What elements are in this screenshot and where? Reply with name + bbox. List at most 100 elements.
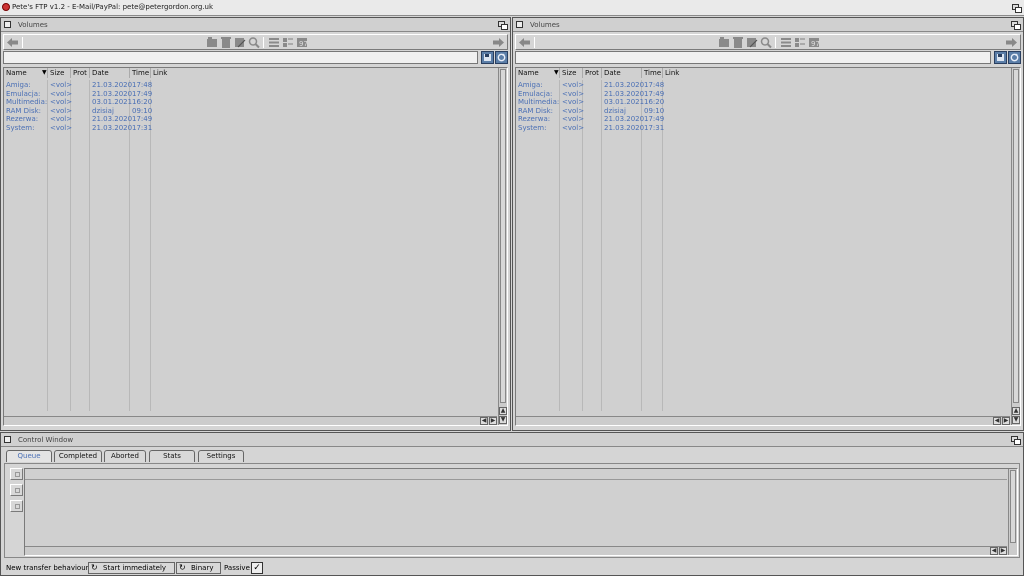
control-window-title-bar[interactable]: Control Window [1,433,1023,447]
makedir-icon[interactable] [205,36,219,49]
depth-icon[interactable] [1011,436,1021,445]
rename-icon[interactable] [233,36,247,49]
scroll-down-icon[interactable]: ▼ [1012,416,1020,424]
delete-icon[interactable] [731,36,745,49]
row-time: 17:49 [132,89,153,98]
close-icon[interactable] [4,21,11,28]
delete-icon[interactable] [219,36,233,49]
forward-arrow-icon[interactable] [491,36,505,49]
back-arrow-icon[interactable] [6,36,20,49]
forward-arrow-icon[interactable] [1004,36,1018,49]
horizontal-scrollbar[interactable]: ◀ ▶ [4,416,497,425]
search-icon[interactable] [247,36,261,49]
screen-depth-icon[interactable] [1012,4,1022,13]
row-date: 21.03.2020 [92,115,133,123]
column-header-prot[interactable]: Prot [71,68,90,78]
row-date: 21.03.2020 [604,81,645,89]
row-name: Emulacja: [6,89,41,98]
column-header-link[interactable]: Link [663,68,685,78]
back-arrow-icon[interactable] [518,36,532,49]
row-name: Amiga: [6,81,31,89]
right-file-list[interactable]: Name ▼ Size Prot Date Time Link Amiga: <… [515,67,1021,426]
close-icon[interactable] [4,436,11,443]
transfer-mode-cycle[interactable]: Binary [176,562,221,574]
detail-view-icon[interactable] [793,36,807,49]
queue-list[interactable]: ◀ ▶ [24,468,1018,556]
left-file-pane: Volumes 97 Name ▼ Size Prot Date Time Li… [0,17,511,431]
disk-icon[interactable] [994,51,1007,64]
column-header-date[interactable]: Date [602,68,642,78]
row-name: Amiga: [518,81,543,89]
refresh-icon[interactable] [495,51,508,64]
horizontal-scrollbar[interactable]: ◀ ▶ [25,546,1007,555]
scroll-thumb[interactable] [1010,470,1016,543]
scroll-up-icon[interactable]: ▲ [499,407,507,415]
queue-remove-button[interactable] [10,500,23,512]
horizontal-scrollbar[interactable]: ◀ ▶ [516,416,1010,425]
column-header-time[interactable]: Time [642,68,663,78]
list-view-icon[interactable] [779,36,793,49]
right-path-row [515,51,1021,65]
detail-view-icon[interactable] [281,36,295,49]
vertical-scrollbar[interactable] [1008,469,1017,555]
refresh-icon[interactable] [1008,51,1021,64]
row-name: Rezerwa: [518,115,551,123]
row-date: 21.03.2020 [604,89,645,98]
scroll-left-icon[interactable]: ◀ [480,417,488,425]
path-input[interactable] [3,51,478,64]
column-header-size[interactable]: Size [48,68,71,78]
left-pane-title-bar[interactable]: Volumes [1,18,510,32]
row-size: <vol> [50,115,73,123]
sort-icon[interactable]: 97 [295,36,309,49]
column-header-size[interactable]: Size [560,68,583,78]
scroll-up-icon[interactable]: ▲ [1012,407,1020,415]
row-time: 09:10 [644,106,665,115]
rename-icon[interactable] [745,36,759,49]
row-date: dzisiaj [92,106,114,115]
row-date: 03.01.2021 [604,98,645,106]
tab-stats[interactable]: Stats [149,450,195,462]
column-header-time[interactable]: Time [130,68,151,78]
vertical-scrollbar[interactable]: ▲ ▼ [1011,68,1020,425]
scroll-right-icon[interactable]: ▶ [999,547,1007,555]
depth-icon[interactable] [498,21,508,30]
column-header-date[interactable]: Date [90,68,130,78]
search-icon[interactable] [759,36,773,49]
depth-icon[interactable] [1011,21,1021,30]
scroll-down-icon[interactable]: ▼ [499,416,507,424]
scroll-thumb[interactable] [1013,69,1019,403]
close-icon[interactable] [516,21,523,28]
queue-move-down-button[interactable] [10,484,23,496]
left-file-list[interactable]: Name ▼ Size Prot Date Time Link Amiga: <… [3,67,508,426]
sort-icon[interactable]: 97 [807,36,821,49]
queue-move-up-button[interactable] [10,468,23,480]
row-time: 17:48 [644,81,665,89]
path-input[interactable] [515,51,991,64]
scroll-left-icon[interactable]: ◀ [990,547,998,555]
makedir-icon[interactable] [717,36,731,49]
scroll-right-icon[interactable]: ▶ [489,417,497,425]
row-date: 21.03.2020 [604,123,645,132]
row-time: 16:20 [132,98,153,106]
screen-title-bar[interactable]: Pete's FTP v1.2 - E-Mail/PayPal: pete@pe… [0,0,1024,16]
column-header-link[interactable]: Link [151,68,173,78]
start-mode-cycle[interactable]: Start immediately [88,562,175,574]
scroll-thumb[interactable] [500,69,506,403]
tab-aborted[interactable]: Aborted [104,450,146,462]
row-name: RAM Disk: [518,106,554,115]
vertical-scrollbar[interactable]: ▲ ▼ [498,68,507,425]
right-pane-title-bar[interactable]: Volumes [513,18,1023,32]
tab-queue[interactable]: Queue [6,450,52,462]
column-header-prot[interactable]: Prot [583,68,602,78]
passive-checkbox[interactable]: ✓ [251,562,263,574]
scroll-right-icon[interactable]: ▶ [1002,417,1010,425]
disk-icon[interactable] [481,51,494,64]
scroll-left-icon[interactable]: ◀ [993,417,1001,425]
tab-completed[interactable]: Completed [54,450,102,462]
transfer-behaviour-label: New transfer behaviour [6,564,89,572]
list-view-icon[interactable] [267,36,281,49]
transfer-options-bar: New transfer behaviour Start immediately… [1,561,1023,575]
tab-settings[interactable]: Settings [198,450,244,462]
screen-title: Pete's FTP v1.2 - E-Mail/PayPal: pete@pe… [12,3,214,11]
row-size: <vol> [562,115,585,123]
